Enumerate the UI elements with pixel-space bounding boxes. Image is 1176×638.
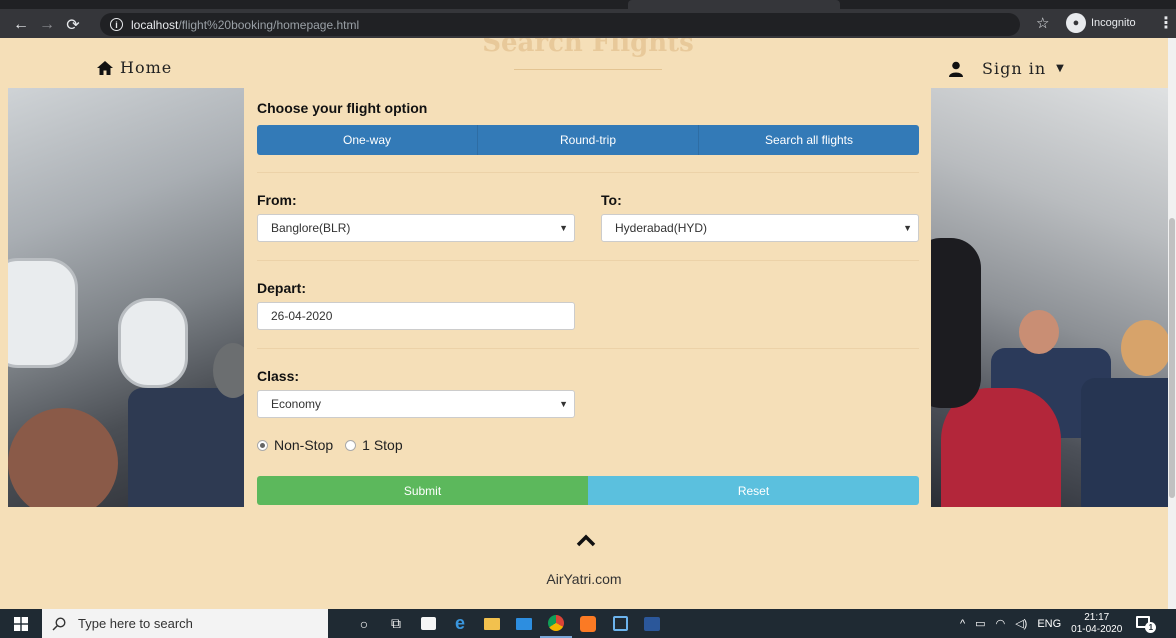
nav-home-link[interactable]: Home xyxy=(96,58,172,77)
notification-count-badge: 1 xyxy=(1145,621,1157,633)
notification-center-icon[interactable]: 1 xyxy=(1136,615,1157,633)
select-arrow-icon: ▼ xyxy=(559,399,568,409)
incognito-icon: ● xyxy=(1066,13,1086,33)
option-one-way-button[interactable]: One-way xyxy=(257,125,478,155)
depart-date-input[interactable]: 26-04-2020 xyxy=(257,302,575,330)
select-arrow-icon: ▼ xyxy=(903,223,912,233)
submit-button[interactable]: Submit xyxy=(257,476,588,505)
url-text: localhost/flight%20booking/homepage.html xyxy=(131,18,359,32)
page-content: Search Flights Home Sign in ▼ Choose you… xyxy=(0,38,1168,609)
tray-overflow-chevron-icon[interactable]: ^ xyxy=(960,618,965,630)
battery-icon[interactable]: ▭ xyxy=(975,617,985,630)
active-tab[interactable] xyxy=(628,0,840,9)
nav-signin-dropdown[interactable]: Sign in ▼ xyxy=(948,59,1065,78)
forward-arrow-icon[interactable]: → xyxy=(34,16,60,34)
windows-logo-icon xyxy=(14,616,28,631)
taskbar-clock[interactable]: 21:17 01-04-2020 xyxy=(1071,612,1122,636)
cortana-icon[interactable]: ○ xyxy=(348,609,380,638)
browser-toolbar: ← → ⟳ i localhost/flight%20booking/homep… xyxy=(0,11,1176,38)
option-search-all-button[interactable]: Search all flights xyxy=(699,125,919,155)
file-explorer-icon[interactable] xyxy=(476,609,508,638)
option-round-trip-button[interactable]: Round-trip xyxy=(478,125,699,155)
user-icon xyxy=(949,61,963,77)
bookmark-star-icon[interactable]: ☆ xyxy=(1036,14,1049,32)
photo-passenger xyxy=(1019,310,1059,354)
to-select[interactable]: Hyderabad(HYD) ▼ xyxy=(601,214,919,242)
reload-icon[interactable]: ⟳ xyxy=(60,15,86,35)
language-indicator[interactable]: ENG xyxy=(1037,618,1061,630)
incognito-indicator[interactable]: ● Incognito xyxy=(1066,12,1136,34)
page-scrollbar[interactable] xyxy=(1168,38,1176,609)
clock-date: 01-04-2020 xyxy=(1071,623,1123,635)
incognito-label: Incognito xyxy=(1091,17,1136,29)
browser-window-chrome: ← → ⟳ i localhost/flight%20booking/homep… xyxy=(0,0,1176,38)
photo-passenger xyxy=(1121,320,1168,376)
from-label: From: xyxy=(257,192,297,208)
one-stop-radio[interactable] xyxy=(345,439,357,451)
taskbar-search-box[interactable]: Type here to search xyxy=(42,609,328,638)
address-bar[interactable]: i localhost/flight%20booking/homepage.ht… xyxy=(100,13,1020,36)
class-label: Class: xyxy=(257,368,300,384)
class-select[interactable]: Economy ▼ xyxy=(257,390,575,418)
store-icon[interactable] xyxy=(412,609,444,638)
url-path: /flight%20booking/homepage.html xyxy=(178,17,360,32)
browser-menu-icon[interactable]: ⋮ xyxy=(1158,13,1174,33)
class-select-value: Economy xyxy=(271,397,322,411)
photo-passenger xyxy=(931,238,981,408)
app-icon[interactable] xyxy=(604,609,636,638)
footer-brand: AirYatri.com xyxy=(546,571,622,587)
mail-icon[interactable] xyxy=(508,609,540,638)
one-stop-label[interactable]: 1 Stop xyxy=(362,437,402,453)
flight-option-label: Choose your flight option xyxy=(257,100,428,116)
scrollbar-thumb[interactable] xyxy=(1169,218,1175,498)
tab-strip xyxy=(0,0,1176,9)
nav-home-label: Home xyxy=(120,58,173,77)
word-icon[interactable] xyxy=(636,609,668,638)
chrome-icon[interactable] xyxy=(540,609,572,638)
to-select-value: Hyderabad(HYD) xyxy=(615,221,708,235)
nav-signin-label: Sign in xyxy=(982,59,1047,78)
section-divider xyxy=(257,260,919,261)
depart-label: Depart: xyxy=(257,280,307,296)
cabin-photo-left xyxy=(8,88,244,507)
reset-button[interactable]: Reset xyxy=(588,476,919,505)
photo-seat xyxy=(1081,378,1168,507)
taskbar-search-placeholder: Type here to search xyxy=(78,616,193,631)
clock-time: 21:17 xyxy=(1084,611,1110,623)
from-select[interactable]: Banglore(BLR) ▼ xyxy=(257,214,575,242)
volume-icon[interactable]: ◁) xyxy=(1015,617,1027,630)
page-heading: Search Flights xyxy=(482,38,694,58)
section-divider xyxy=(257,172,919,173)
cabin-photo-right xyxy=(931,88,1168,507)
system-tray: ^ ▭ ◠ ◁) ENG 21:17 01-04-2020 1 xyxy=(960,609,1157,638)
to-label: To: xyxy=(601,192,622,208)
from-select-value: Banglore(BLR) xyxy=(271,221,351,235)
windows-taskbar: Type here to search ○ ⧉ e ^ ▭ ◠ ◁) ENG 2… xyxy=(0,609,1176,638)
non-stop-label[interactable]: Non-Stop xyxy=(274,437,333,453)
depart-date-value: 26-04-2020 xyxy=(271,309,333,323)
flight-option-group: One-way Round-trip Search all flights xyxy=(257,125,919,155)
back-arrow-icon[interactable]: ← xyxy=(8,16,34,34)
select-arrow-icon: ▼ xyxy=(559,223,568,233)
section-divider xyxy=(257,348,919,349)
photo-passenger xyxy=(8,408,118,507)
heading-underline xyxy=(514,69,662,70)
caret-down-icon: ▼ xyxy=(1056,63,1065,74)
wifi-icon[interactable]: ◠ xyxy=(996,617,1006,630)
home-icon xyxy=(97,60,113,75)
edge-icon[interactable]: e xyxy=(444,609,476,638)
photo-seat xyxy=(128,388,244,507)
task-view-icon[interactable]: ⧉ xyxy=(380,609,412,638)
non-stop-radio[interactable] xyxy=(257,439,268,451)
stops-radio-group: Non-Stop 1 Stop xyxy=(257,437,415,453)
site-info-icon[interactable]: i xyxy=(110,18,123,31)
photo-window xyxy=(118,298,188,388)
start-button[interactable] xyxy=(0,609,42,638)
url-host: localhost xyxy=(131,17,179,32)
photo-window xyxy=(8,258,78,368)
scroll-to-top-chevron-icon[interactable] xyxy=(576,534,596,548)
search-icon xyxy=(52,616,66,631)
xampp-icon[interactable] xyxy=(572,609,604,638)
